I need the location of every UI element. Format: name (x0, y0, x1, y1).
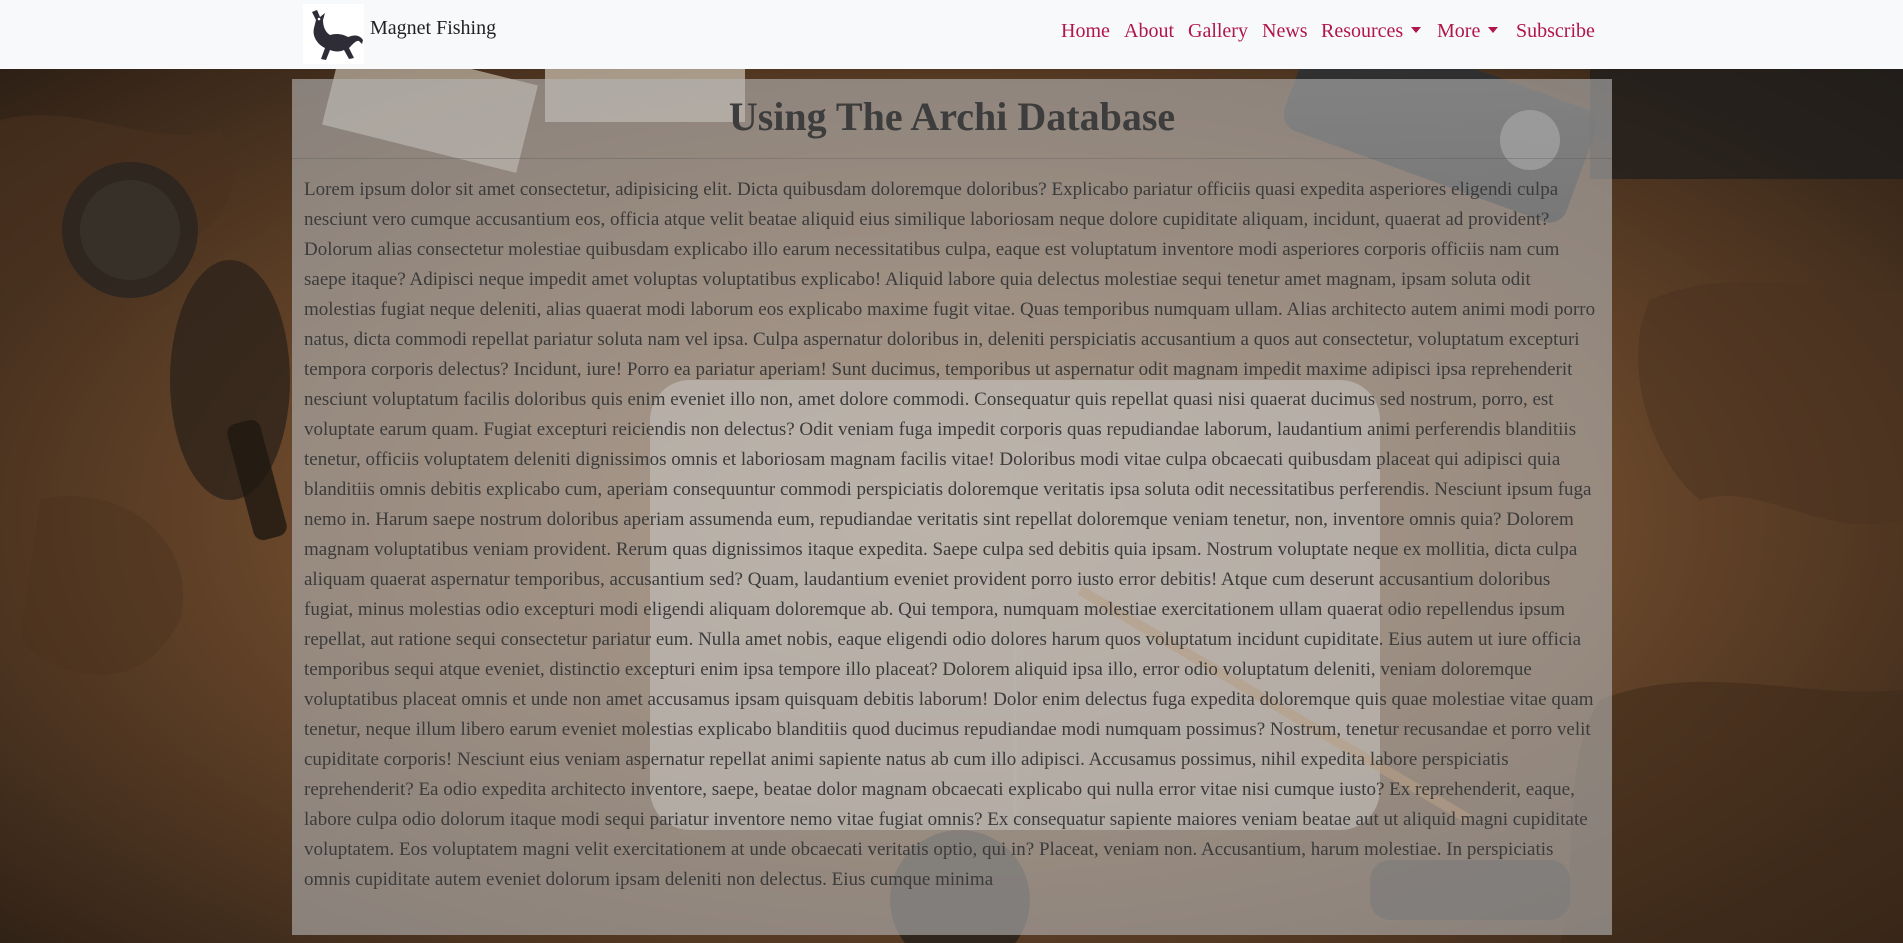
nav-news-link[interactable]: News (1262, 20, 1308, 43)
nav-more-dropdown[interactable]: More (1437, 20, 1499, 43)
caret-down-icon (1411, 27, 1422, 33)
nav-subscribe-link[interactable]: Subscribe (1516, 20, 1595, 43)
nav-about-link[interactable]: About (1124, 20, 1174, 43)
nav-gallery-link[interactable]: Gallery (1188, 20, 1248, 43)
content-panel: Using The Archi Database Lorem ipsum dol… (292, 79, 1612, 935)
nav-home-link[interactable]: Home (1061, 20, 1110, 43)
nav-resources-dropdown[interactable]: Resources (1321, 20, 1422, 43)
title-divider (292, 158, 1612, 159)
top-navbar: Magnet Fishing Home About Gallery News R… (0, 0, 1903, 69)
page-title: Using The Archi Database (728, 94, 1176, 139)
nav-more-label: More (1437, 20, 1481, 42)
caret-down-icon (1488, 27, 1499, 33)
nav-resources-label: Resources (1321, 20, 1404, 42)
nav-menu: Home About Gallery News Resources More S… (0, 0, 1903, 69)
article-body: Lorem ipsum dolor sit amet consectetur, … (304, 179, 1596, 890)
